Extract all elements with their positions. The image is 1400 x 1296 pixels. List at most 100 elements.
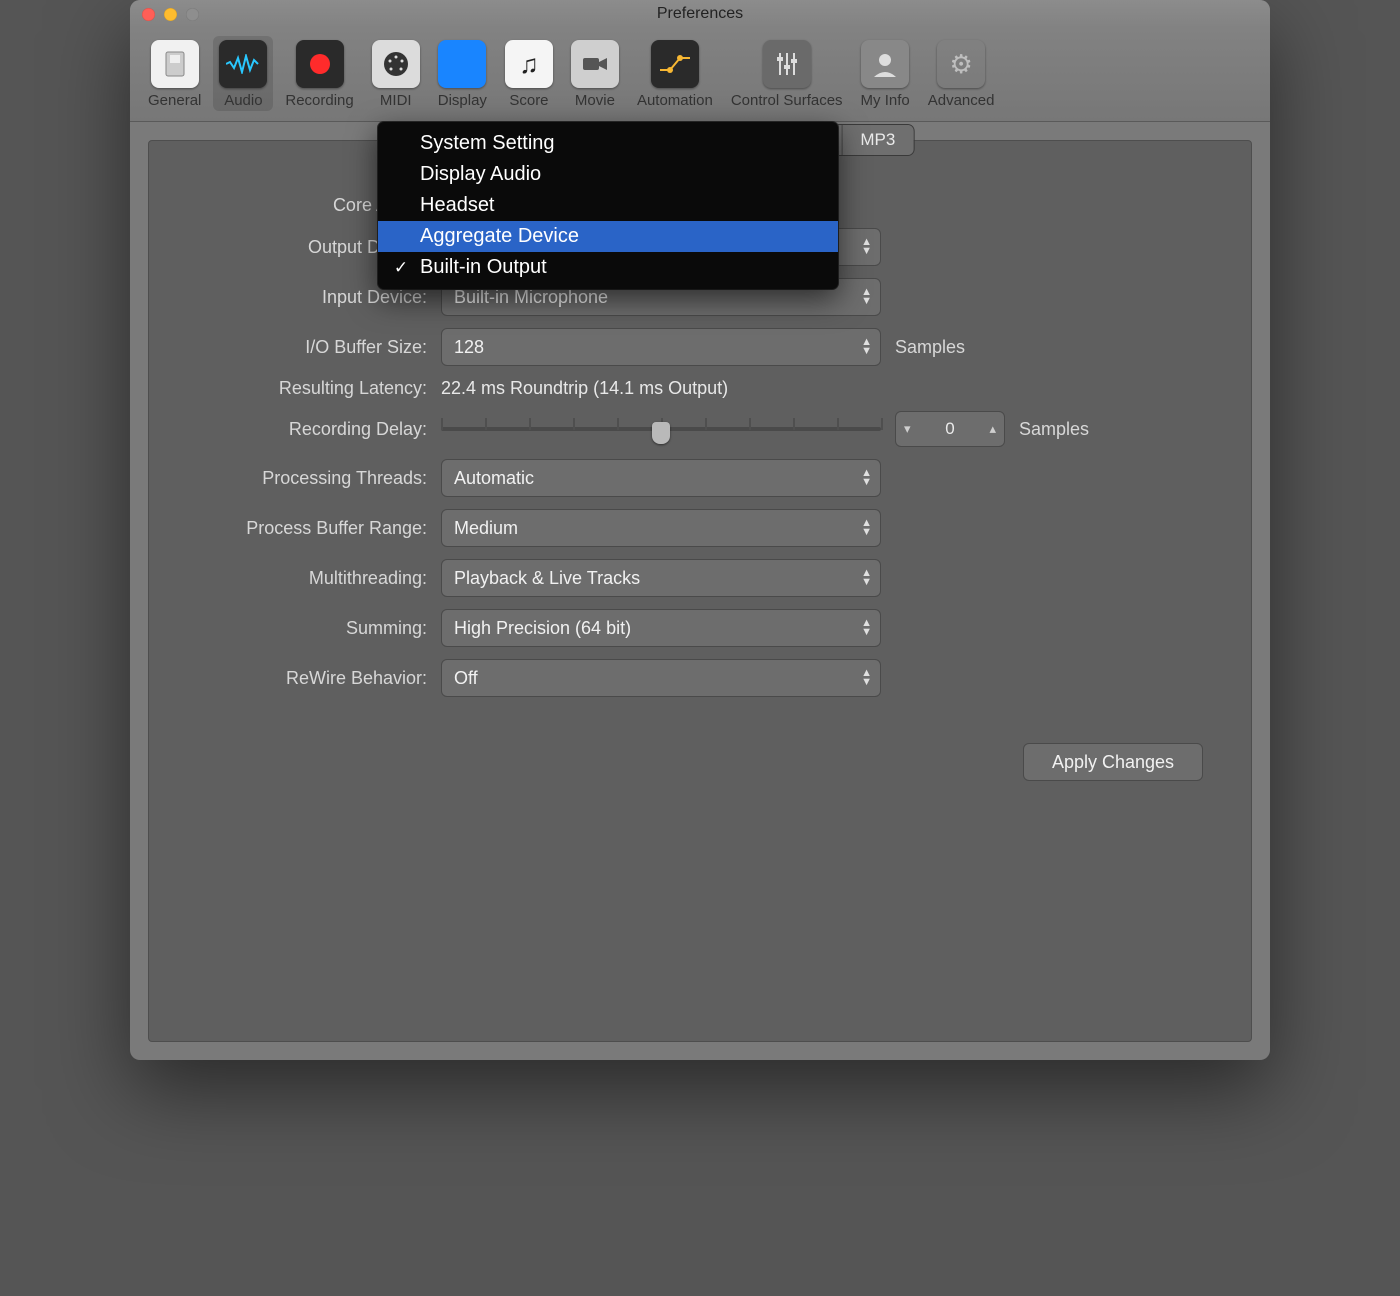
popup-item-label: System Setting: [420, 132, 555, 155]
midi-port-icon: [372, 40, 420, 88]
toolbar-item-movie[interactable]: Movie: [565, 36, 625, 111]
automation-icon: [651, 40, 699, 88]
recording-delay-label: Recording Delay:: [177, 419, 427, 440]
popup-item[interactable]: Display Audio: [378, 159, 838, 190]
toolbar-item-automation[interactable]: Automation: [631, 36, 719, 111]
toolbar-item-recording[interactable]: Recording: [279, 36, 359, 111]
popup-item[interactable]: System Setting: [378, 128, 838, 159]
io-buffer-label: I/O Buffer Size:: [177, 337, 427, 358]
checkmark-icon: ✓: [392, 258, 410, 278]
slider-tick: [529, 418, 531, 430]
input-device-value: Built-in Microphone: [454, 287, 608, 308]
gear-icon: ⚙: [937, 40, 985, 88]
toolbar-item-control-surfaces[interactable]: Control Surfaces: [725, 36, 849, 111]
toolbar-label: Movie: [575, 92, 615, 109]
summing-label: Summing:: [177, 618, 427, 639]
toolbar-item-audio[interactable]: Audio: [213, 36, 273, 111]
toolbar-label: Audio: [224, 92, 262, 109]
row-process-buffer-range: Process Buffer Range: Medium ▲▼: [177, 509, 1223, 547]
process-buffer-range-select[interactable]: Medium ▲▼: [441, 509, 881, 547]
latency-value: 22.4 ms Roundtrip (14.1 ms Output): [441, 378, 728, 399]
process-buffer-range-value: Medium: [454, 518, 518, 539]
recording-delay-controls: ▾ 0 ▴ Samples: [441, 411, 1089, 447]
popup-item[interactable]: Headset: [378, 190, 838, 221]
zoom-icon[interactable]: [186, 8, 199, 21]
toolbar-label: Recording: [285, 92, 353, 109]
io-buffer-suffix: Samples: [895, 337, 965, 358]
popup-item[interactable]: Aggregate Device: [378, 221, 838, 252]
preferences-window: Preferences General Audio Recording MIDI…: [130, 0, 1270, 1060]
toolbar-label: General: [148, 92, 201, 109]
process-buffer-range-label: Process Buffer Range:: [177, 518, 427, 539]
summing-select[interactable]: High Precision (64 bit) ▲▼: [441, 609, 881, 647]
camera-icon: [571, 40, 619, 88]
row-rewire: ReWire Behavior: Off ▲▼: [177, 659, 1223, 697]
output-device-popup[interactable]: System Setting Display Audio Headset Aggreg…: [378, 122, 838, 289]
waveform-icon: [219, 40, 267, 88]
toolbar-label: Display: [438, 92, 487, 109]
slider-tick: [749, 418, 751, 430]
music-note-icon: ♫: [505, 40, 553, 88]
chevron-updown-icon: ▲▼: [861, 619, 872, 637]
slider-tick: [881, 418, 883, 430]
popup-item-label: Aggregate Device: [420, 225, 579, 248]
popup-item[interactable]: ✓Built-in Output: [378, 252, 838, 283]
window-controls: [142, 8, 199, 21]
recording-delay-stepper[interactable]: ▾ 0 ▴: [895, 411, 1005, 447]
titlebar: Preferences: [130, 0, 1270, 28]
row-latency: Resulting Latency: 22.4 ms Roundtrip (14…: [177, 378, 1223, 399]
slider-tick: [573, 418, 575, 430]
chevron-updown-icon: ▲▼: [861, 338, 872, 356]
slider-tick: [837, 418, 839, 430]
rewire-value: Off: [454, 668, 478, 689]
toolbar-label: Score: [509, 92, 548, 109]
io-buffer-select[interactable]: 128 ▲▼: [441, 328, 881, 366]
toolbar-item-midi[interactable]: MIDI: [366, 36, 426, 111]
toolbar-label: MIDI: [380, 92, 412, 109]
display-icon: [438, 40, 486, 88]
slider-tick: [485, 418, 487, 430]
prefs-toolbar: General Audio Recording MIDI Display ♫ S…: [130, 28, 1270, 122]
slider-thumb[interactable]: [652, 422, 670, 444]
content-area: Devices General I/O Assignments MP3 Core…: [130, 122, 1270, 1060]
recording-delay-slider[interactable]: [441, 414, 881, 444]
multithreading-select[interactable]: Playback & Live Tracks ▲▼: [441, 559, 881, 597]
slider-tick: [793, 418, 795, 430]
row-recording-delay: Recording Delay: ▾ 0 ▴ Samples: [177, 411, 1223, 447]
toolbar-item-score[interactable]: ♫ Score: [499, 36, 559, 111]
chevron-down-icon[interactable]: ▾: [904, 421, 911, 437]
toolbar-item-advanced[interactable]: ⚙ Advanced: [922, 36, 1001, 111]
toolbar-item-display[interactable]: Display: [432, 36, 493, 111]
toolbar-label: Control Surfaces: [731, 92, 843, 109]
summing-value: High Precision (64 bit): [454, 618, 631, 639]
slider-tick: [617, 418, 619, 430]
recording-delay-value: 0: [945, 419, 954, 439]
faders-icon: [763, 40, 811, 88]
toolbar-label: My Info: [861, 92, 910, 109]
io-buffer-value: 128: [454, 337, 484, 358]
row-multithreading: Multithreading: Playback & Live Tracks ▲…: [177, 559, 1223, 597]
chevron-up-icon[interactable]: ▴: [989, 421, 996, 437]
chevron-updown-icon: ▲▼: [861, 469, 872, 487]
record-icon: [296, 40, 344, 88]
row-processing-threads: Processing Threads: Automatic ▲▼: [177, 459, 1223, 497]
slider-tick: [705, 418, 707, 430]
processing-threads-value: Automatic: [454, 468, 534, 489]
rewire-select[interactable]: Off ▲▼: [441, 659, 881, 697]
toolbar-item-general[interactable]: General: [142, 36, 207, 111]
user-icon: [861, 40, 909, 88]
close-icon[interactable]: [142, 8, 155, 21]
popup-item-label: Headset: [420, 194, 495, 217]
popup-item-label: Display Audio: [420, 163, 541, 186]
minimize-icon[interactable]: [164, 8, 177, 21]
multithreading-label: Multithreading:: [177, 568, 427, 589]
chevron-updown-icon: ▲▼: [861, 238, 872, 256]
chevron-updown-icon: ▲▼: [861, 519, 872, 537]
toolbar-item-my-info[interactable]: My Info: [855, 36, 916, 111]
subtab-mp3[interactable]: MP3: [842, 125, 913, 155]
toolbar-label: Automation: [637, 92, 713, 109]
processing-threads-select[interactable]: Automatic ▲▼: [441, 459, 881, 497]
rewire-label: ReWire Behavior:: [177, 668, 427, 689]
row-io-buffer: I/O Buffer Size: 128 ▲▼ Samples: [177, 328, 1223, 366]
apply-changes-button[interactable]: Apply Changes: [1023, 743, 1203, 781]
